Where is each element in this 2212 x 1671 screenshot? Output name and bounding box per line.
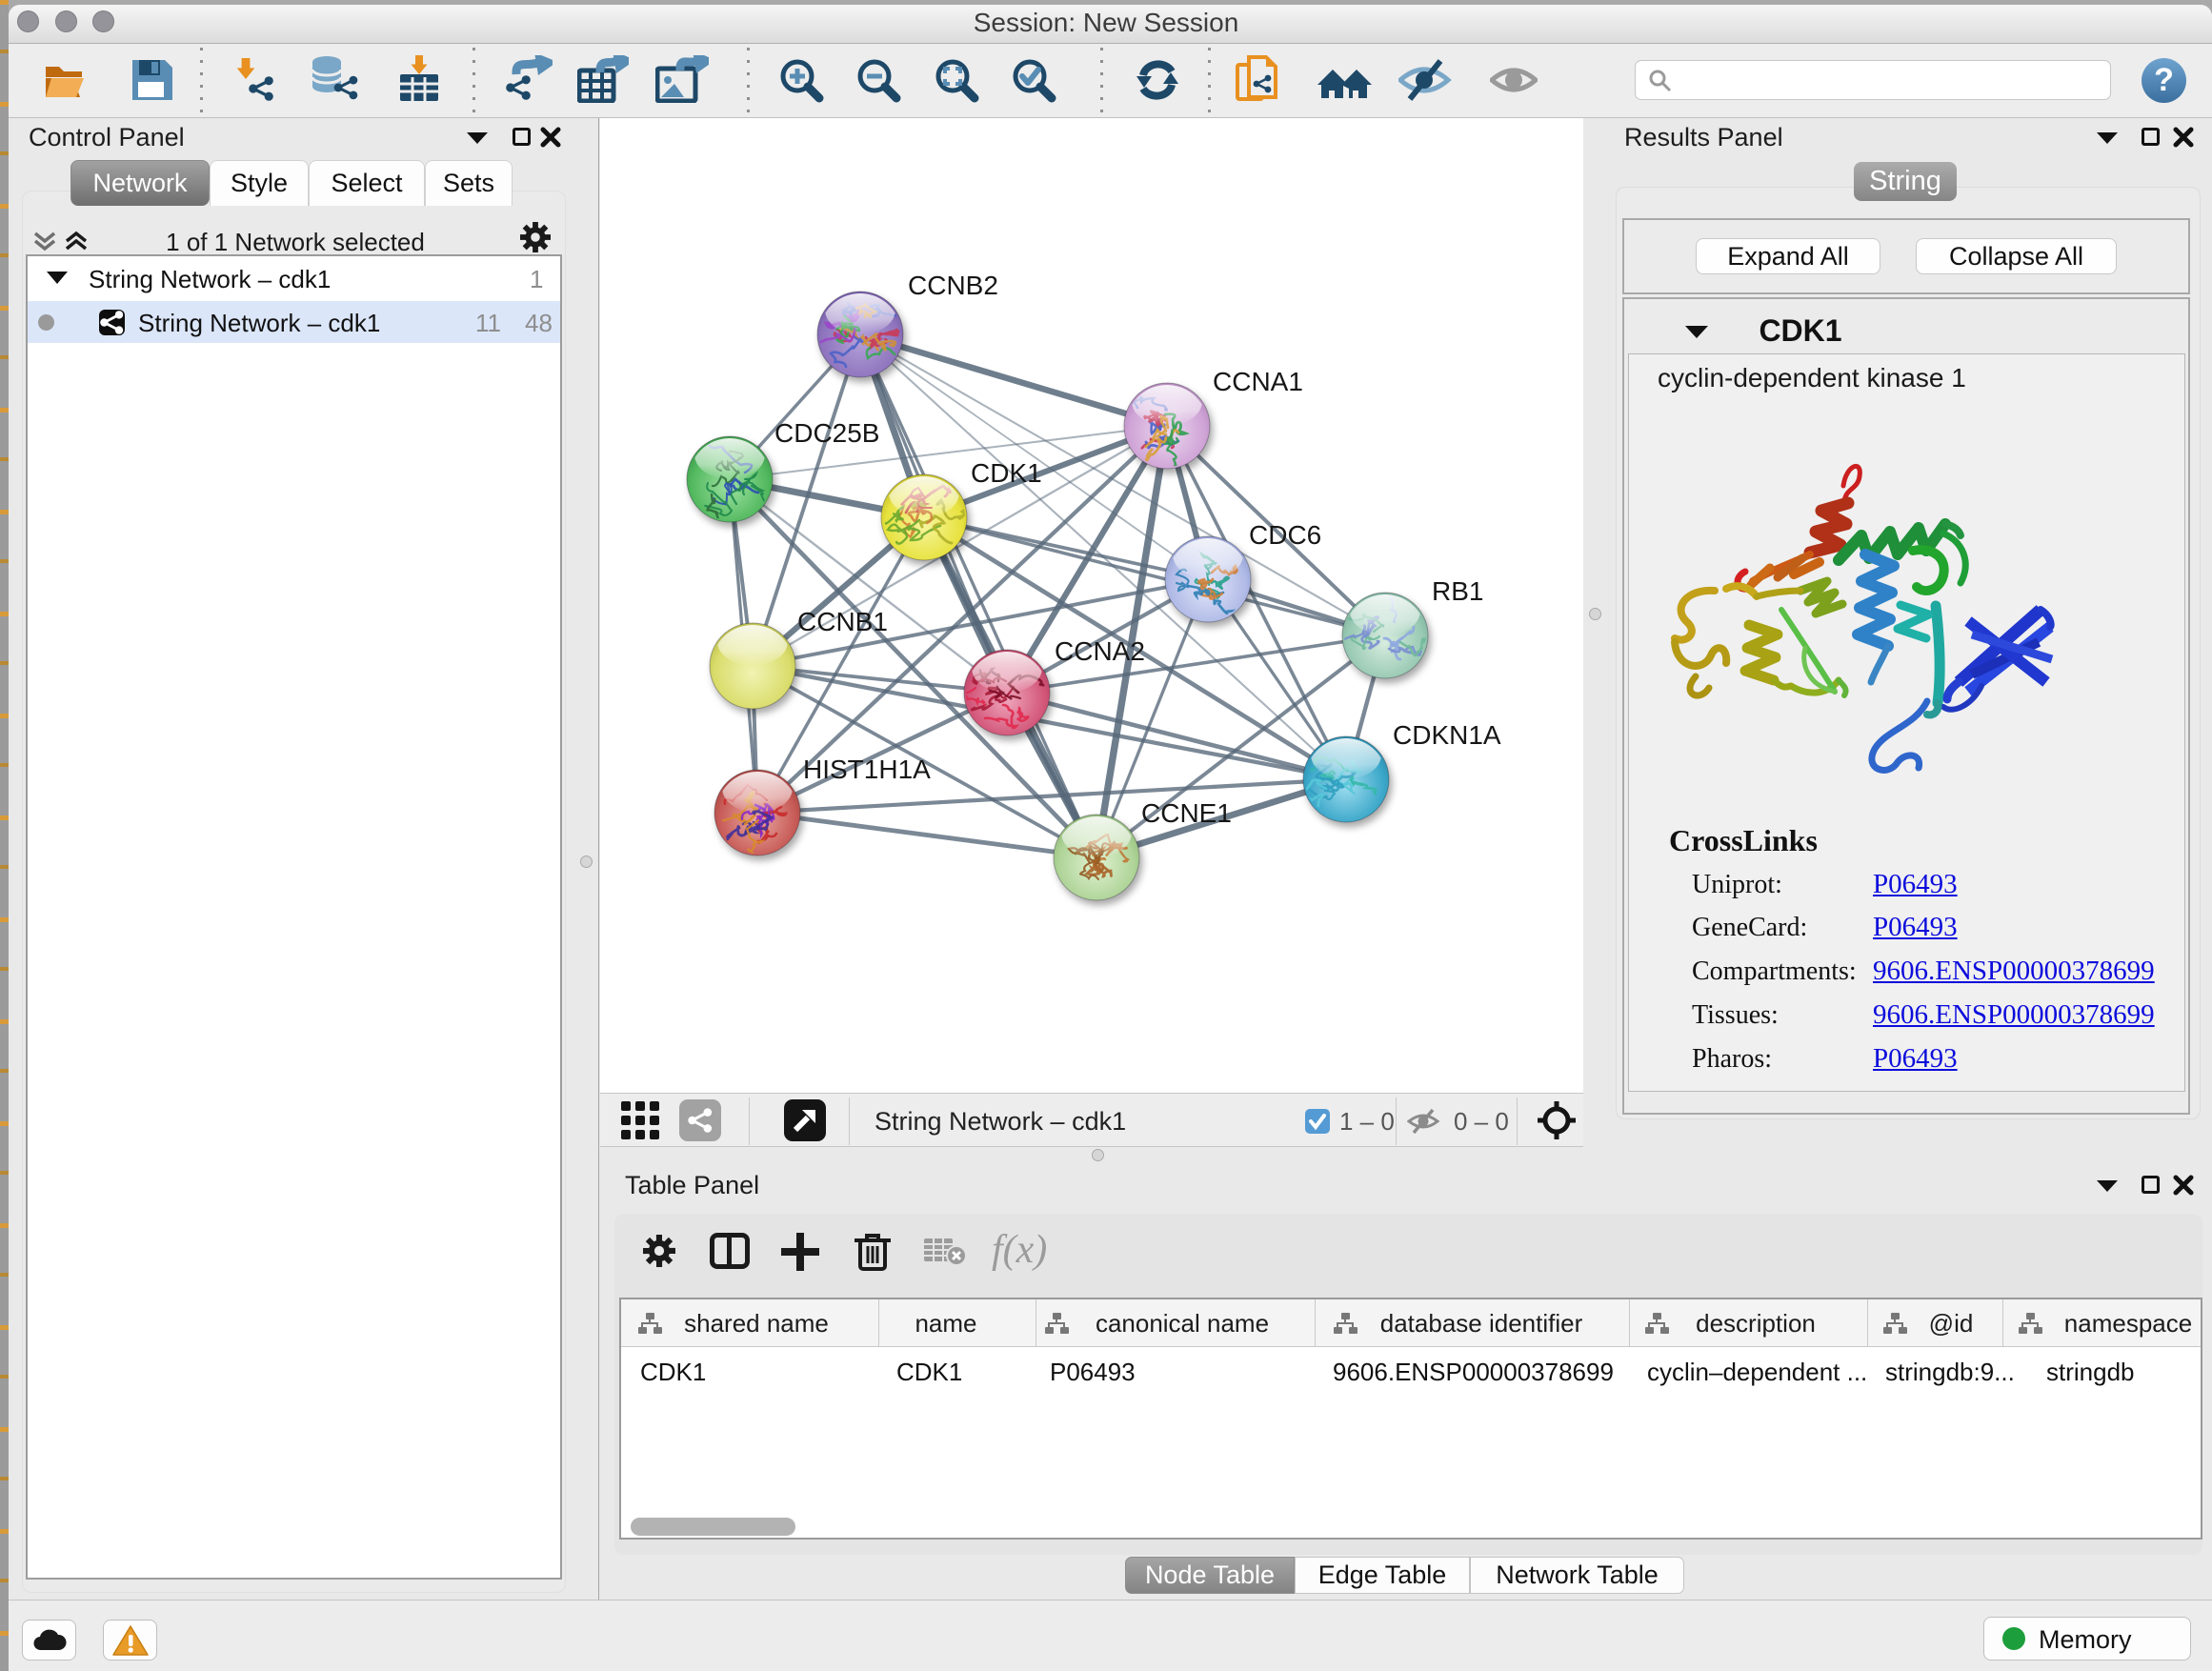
svg-text:RB1: RB1	[1432, 576, 1483, 606]
svg-text:CCNA2: CCNA2	[1055, 636, 1145, 666]
svg-text:CDKN1A: CDKN1A	[1393, 720, 1501, 750]
svg-text:CCNE1: CCNE1	[1141, 798, 1232, 828]
svg-text:CCNB2: CCNB2	[908, 271, 998, 300]
svg-text:CDC6: CDC6	[1249, 520, 1321, 550]
svg-text:CCNB1: CCNB1	[797, 607, 888, 636]
svg-text:CCNA1: CCNA1	[1213, 367, 1303, 396]
svg-text:HIST1H1A: HIST1H1A	[803, 755, 931, 784]
svg-text:CDC25B: CDC25B	[774, 418, 879, 448]
svg-text:CDK1: CDK1	[971, 458, 1042, 488]
